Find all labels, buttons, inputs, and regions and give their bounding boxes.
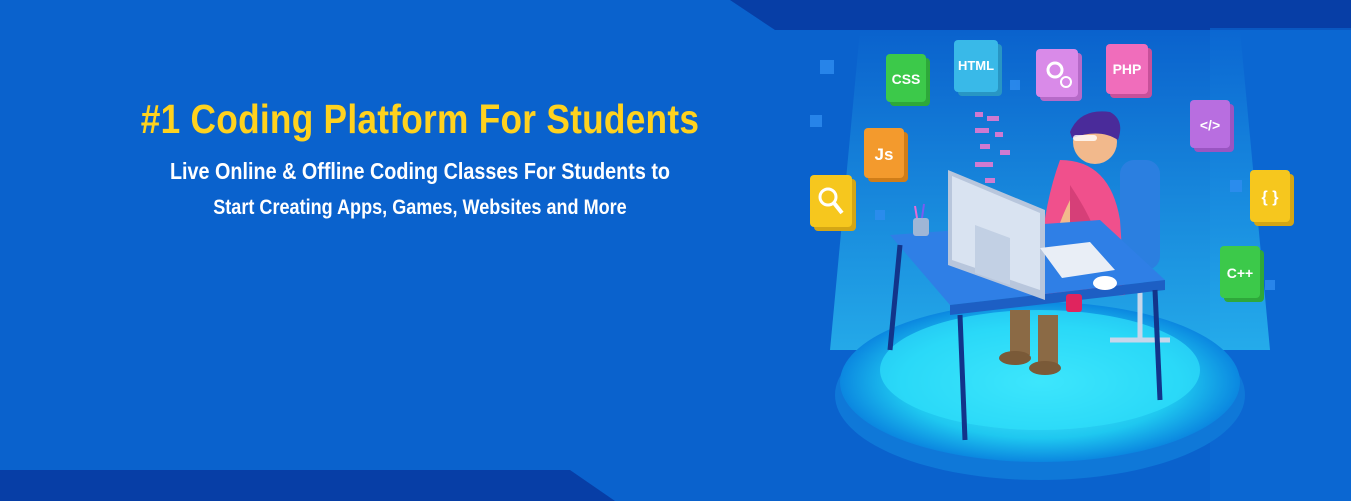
svg-text:</>: </>	[1200, 117, 1220, 133]
svg-text:PHP: PHP	[1113, 61, 1142, 77]
css-tile-icon: CSS	[886, 54, 930, 106]
coffee-cup-icon	[1066, 294, 1082, 312]
bottom-dark-band	[0, 470, 615, 501]
subheadline-line-1: Live Online & Offline Coding Classes For…	[169, 158, 671, 184]
search-tile-icon	[810, 175, 856, 231]
svg-text:{ }: { }	[1262, 189, 1279, 206]
php-tile-icon: PHP	[1106, 44, 1152, 98]
mouse-icon	[1093, 276, 1117, 290]
gears-tile-icon	[1036, 49, 1082, 101]
code-tile-icon: </>	[1190, 100, 1234, 152]
html-tile-icon: HTML	[954, 40, 1002, 96]
hero-banner: #1 Coding Platform For Students Live Onl…	[0, 0, 1351, 501]
braces-tile-icon: { }	[1250, 170, 1294, 226]
cpp-tile-icon: C++	[1220, 246, 1264, 302]
svg-text:HTML: HTML	[958, 58, 994, 73]
js-tile-icon: Js	[864, 128, 908, 182]
headline: #1 Coding Platform For Students	[140, 96, 700, 142]
svg-text:CSS: CSS	[892, 71, 921, 87]
svg-text:Js: Js	[875, 145, 894, 164]
subheadline-line-2: Start Creating Apps, Games, Websites and…	[213, 196, 627, 219]
svg-text:C++: C++	[1227, 265, 1253, 281]
student-coding-illustration: CSS HTML PHP Js </> { } C++	[810, 30, 1294, 480]
pen-holder-icon	[913, 218, 929, 236]
